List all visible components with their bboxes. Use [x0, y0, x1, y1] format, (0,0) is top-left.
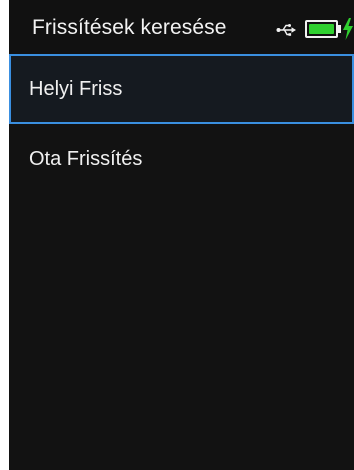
title-bar: Frissítések keresése [9, 0, 354, 54]
page-title: Frissítések keresése [32, 16, 227, 39]
menu-item-label: Helyi Friss [29, 78, 123, 100]
menu-item-ota-update[interactable]: Ota Frissítés [9, 124, 354, 194]
update-menu: Helyi Friss Ota Frissítés [9, 54, 354, 194]
usb-icon [276, 24, 296, 36]
battery-level-fill [309, 24, 334, 34]
device-screen: Frissítések keresése Helyi Friss Ota Fri… [9, 0, 354, 470]
battery-cap [338, 25, 341, 33]
bolt-icon [343, 18, 353, 40]
battery-icon [305, 20, 338, 38]
menu-item-local-update[interactable]: Helyi Friss [9, 54, 354, 124]
menu-item-label: Ota Frissítés [29, 148, 143, 170]
